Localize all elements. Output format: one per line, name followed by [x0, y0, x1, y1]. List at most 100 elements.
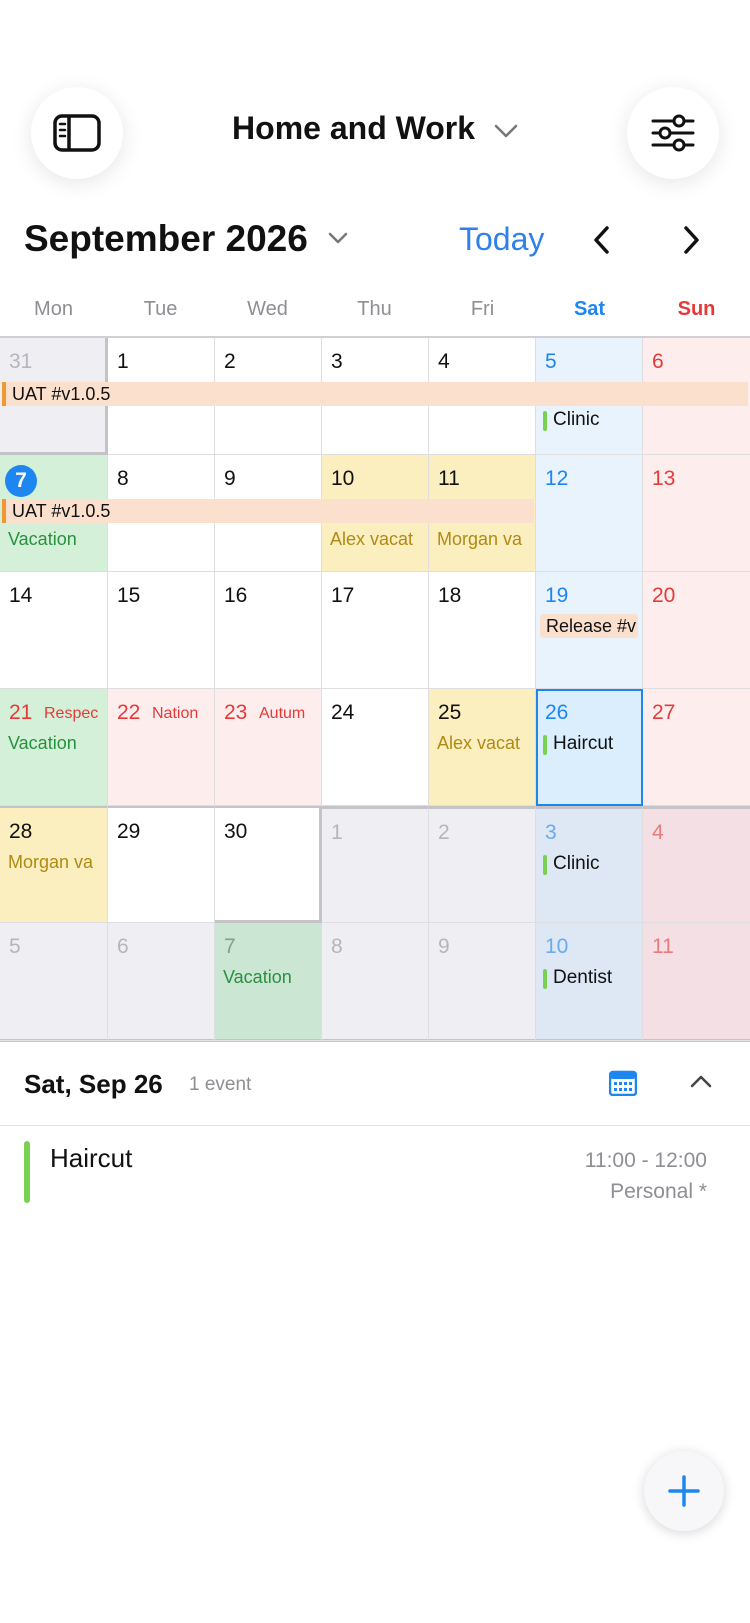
chevron-up-icon[interactable]: [689, 1073, 713, 1089]
day-number: 15: [117, 584, 141, 607]
day-cell[interactable]: 20: [643, 572, 750, 689]
event-title[interactable]: Vacation: [8, 733, 77, 754]
day-number: 31: [9, 350, 33, 373]
weekday-sat: Sat: [573, 298, 606, 320]
day-cell[interactable]: 3 Clinic: [536, 806, 643, 923]
agenda-event-item[interactable]: Haircut 11:00 - 12:00 Personal *: [0, 1125, 750, 1225]
day-cell[interactable]: 7 Vacation: [215, 923, 322, 1042]
today-button[interactable]: Today: [459, 221, 544, 258]
previous-month-button[interactable]: [585, 222, 621, 258]
day-cell[interactable]: 18: [429, 572, 536, 689]
calendar-set-title: Home and Work: [232, 110, 476, 146]
day-cell[interactable]: 15: [108, 572, 215, 689]
day-number: 9: [224, 467, 236, 490]
filter-button[interactable]: [627, 87, 719, 179]
event-title[interactable]: Dentist: [553, 967, 612, 989]
day-number: 20: [652, 584, 676, 607]
day-cell[interactable]: 19 Release #v: [536, 572, 643, 689]
event-title: UAT #v1.0.5: [12, 384, 111, 404]
day-number: 16: [224, 584, 248, 607]
weekday-fri: Fri: [470, 298, 495, 320]
day-number: 8: [331, 935, 343, 958]
day-number: 5: [545, 350, 557, 373]
day-cell[interactable]: 5: [0, 923, 108, 1042]
day-number: 4: [438, 350, 450, 373]
day-number: 2: [438, 821, 450, 844]
day-cell[interactable]: 23 Autum: [215, 689, 322, 806]
day-number: 1: [117, 350, 129, 373]
day-number: 10: [331, 467, 355, 490]
day-number: 27: [652, 701, 676, 724]
holiday-label: Respec: [44, 705, 99, 722]
event-title[interactable]: Alex vacat: [437, 733, 533, 754]
day-cell[interactable]: 29: [108, 806, 215, 923]
day-number: 29: [117, 820, 141, 843]
day-number: 7: [224, 935, 236, 958]
day-number: 6: [652, 350, 664, 373]
day-number: 5: [9, 935, 21, 958]
event-title[interactable]: Vacation: [223, 967, 292, 988]
day-number: 21: [9, 701, 33, 724]
day-cell[interactable]: 13: [643, 455, 750, 572]
event-title[interactable]: Clinic: [553, 853, 599, 875]
event-title[interactable]: Alex vacat: [330, 529, 426, 550]
next-month-button[interactable]: [672, 222, 708, 258]
holiday-label: Nation: [152, 705, 199, 722]
day-cell[interactable]: 24: [322, 689, 429, 806]
add-event-button[interactable]: [644, 1451, 724, 1531]
month-grid: 31 1 2 3 4 5 Clinic 6 UAT #v1.0.5 7 Vaca…: [0, 336, 750, 1042]
today-marker: 7: [5, 465, 37, 497]
event-color-bar: [543, 855, 547, 875]
event-color-bar: [543, 411, 547, 431]
day-number: 1: [331, 821, 343, 844]
weekday-wed: Wed: [247, 298, 288, 320]
day-cell[interactable]: 6: [108, 923, 215, 1042]
day-cell[interactable]: 8: [322, 923, 429, 1042]
event-title[interactable]: Vacation: [8, 529, 77, 550]
day-number: 12: [545, 467, 569, 490]
day-number: 10: [545, 935, 569, 958]
day-cell[interactable]: 25 Alex vacat: [429, 689, 536, 806]
agenda-event-title: Haircut: [50, 1143, 133, 1173]
day-cell[interactable]: 17: [322, 572, 429, 689]
agenda-event-time: 11:00 - 12:00: [584, 1149, 707, 1172]
day-number: 6: [117, 935, 129, 958]
event-title[interactable]: Morgan va: [8, 852, 104, 873]
multi-day-event[interactable]: UAT #v1.0.5: [2, 499, 534, 523]
month-selector[interactable]: September 2026: [24, 218, 348, 260]
day-cell[interactable]: 22 Nation: [108, 689, 215, 806]
day-cell[interactable]: 28 Morgan va: [0, 806, 108, 923]
event-title[interactable]: Release #v: [540, 614, 638, 638]
day-number: 11: [438, 467, 460, 490]
event-title[interactable]: Morgan va: [437, 529, 533, 550]
month-title: September 2026: [24, 218, 308, 259]
day-cell[interactable]: 11: [643, 923, 750, 1042]
day-cell[interactable]: 16: [215, 572, 322, 689]
day-cell[interactable]: 1: [322, 806, 429, 923]
event-title[interactable]: Clinic: [553, 409, 599, 431]
day-cell[interactable]: 9: [429, 923, 536, 1042]
day-cell[interactable]: 2: [429, 806, 536, 923]
day-number: 11: [652, 935, 674, 958]
agenda-event-calendar: Personal *: [610, 1180, 707, 1203]
day-number: 26: [545, 701, 569, 724]
day-cell[interactable]: 30: [215, 806, 322, 923]
day-cell[interactable]: 4: [643, 806, 750, 923]
multi-day-event[interactable]: UAT #v1.0.5: [2, 382, 748, 406]
event-title[interactable]: Haircut: [553, 733, 613, 755]
day-number: 23: [224, 701, 248, 724]
day-cell[interactable]: 12: [536, 455, 643, 572]
weekday-mon: Mon: [34, 298, 73, 320]
day-cell[interactable]: 21 Respec Vacation: [0, 689, 108, 806]
weekday-sun: Sun: [677, 298, 716, 320]
sliders-icon: [651, 114, 695, 152]
day-cell[interactable]: 14: [0, 572, 108, 689]
day-cell[interactable]: 27: [643, 689, 750, 806]
day-cell[interactable]: 10 Dentist: [536, 923, 643, 1042]
calendar-icon[interactable]: [609, 1070, 637, 1096]
day-cell-selected[interactable]: 26 Haircut: [536, 689, 643, 806]
weekday-thu: Thu: [357, 298, 392, 320]
event-title: UAT #v1.0.5: [12, 501, 111, 521]
agenda-event-count: 1 event: [189, 1074, 252, 1095]
day-number: 17: [331, 584, 355, 607]
